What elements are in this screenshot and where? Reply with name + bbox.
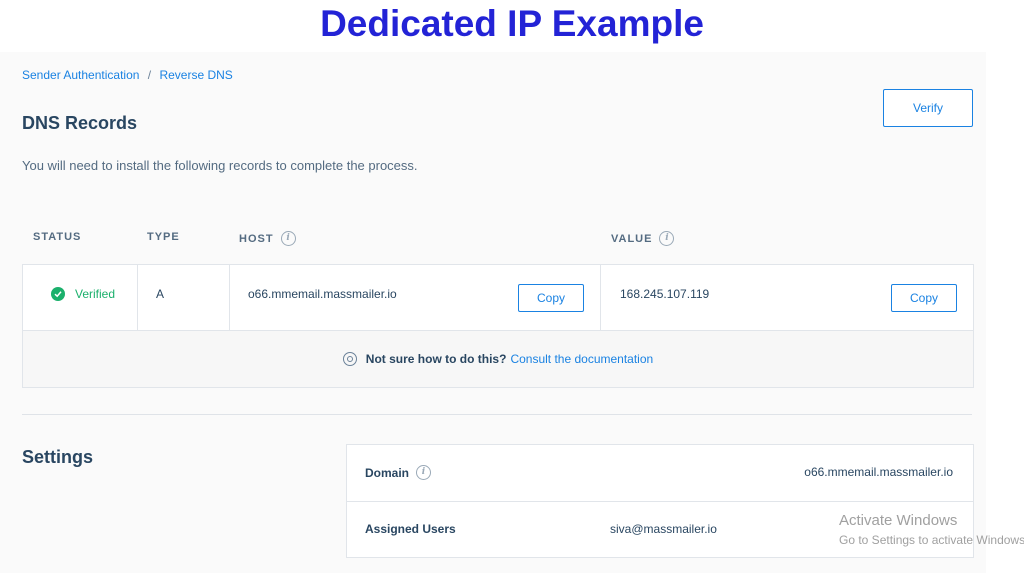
host-info-icon[interactable]: i (280, 231, 296, 246)
page-title: DNS Records (22, 113, 138, 133)
table-row: Verified A o66.mmemail.massmailer.io Cop… (23, 265, 973, 331)
intro-text: You will need to install the following r… (22, 158, 418, 173)
help-row: Not sure how to do this? Consult the doc… (23, 331, 973, 387)
dns-records-table: Verified A o66.mmemail.massmailer.io Cop… (22, 264, 974, 388)
status-label: Verified (75, 287, 116, 301)
documentation-link[interactable]: Consult the documentation (510, 352, 653, 366)
column-divider (600, 265, 601, 330)
breadcrumb-sender-authentication[interactable]: Sender Authentication (22, 68, 139, 82)
lifebuoy-icon (342, 352, 357, 366)
breadcrumb-separator: / (147, 68, 152, 82)
banner-title: Dedicated IP Example (320, 3, 704, 44)
help-question: Not sure how to do this? (365, 352, 507, 366)
users-value: siva@massmailer.io (610, 522, 717, 536)
column-divider (137, 265, 138, 330)
settings-title: Settings (22, 447, 94, 467)
column-divider (229, 265, 230, 330)
column-header-type-label: TYPE (147, 231, 180, 243)
host-cell: o66.mmemail.massmailer.io (248, 287, 397, 301)
activate-windows-subtitle: Go to Settings to activate Windows. (839, 533, 1024, 547)
activate-windows-title: Activate Windows (839, 512, 958, 529)
domain-label: Domain (365, 465, 410, 480)
column-header-type: TYPE (147, 231, 180, 243)
value-cell: 168.245.107.119 (620, 287, 710, 301)
check-circle-icon (51, 287, 65, 301)
settings-row-domain: Domain i o66.mmemail.massmailer.io (347, 445, 973, 502)
status-badge: Verified (51, 287, 115, 301)
copy-value-button[interactable]: Copy (891, 284, 957, 312)
breadcrumb-reverse-dns[interactable]: Reverse DNS (159, 68, 232, 82)
column-header-value: VALUE i (611, 231, 675, 246)
domain-info-icon[interactable]: i (416, 465, 432, 480)
users-label: Assigned Users (365, 522, 456, 536)
breadcrumb: Sender Authentication / Reverse DNS (22, 68, 233, 82)
column-header-status: STATUS (33, 231, 81, 243)
column-header-status-label: STATUS (33, 231, 82, 243)
section-divider (22, 414, 972, 415)
settings-row-users: Assigned Users siva@massmailer.io (347, 502, 973, 558)
column-header-host: HOST i (239, 231, 296, 246)
column-header-host-label: HOST (239, 232, 274, 245)
domain-value: o66.mmemail.massmailer.io (804, 465, 953, 479)
type-cell: A (156, 287, 165, 301)
column-header-value-label: VALUE (611, 232, 653, 245)
value-info-icon[interactable]: i (659, 231, 675, 246)
domain-label-wrap: Domain i (365, 465, 432, 480)
copy-host-button[interactable]: Copy (518, 284, 584, 312)
verify-button[interactable]: Verify (883, 89, 973, 127)
